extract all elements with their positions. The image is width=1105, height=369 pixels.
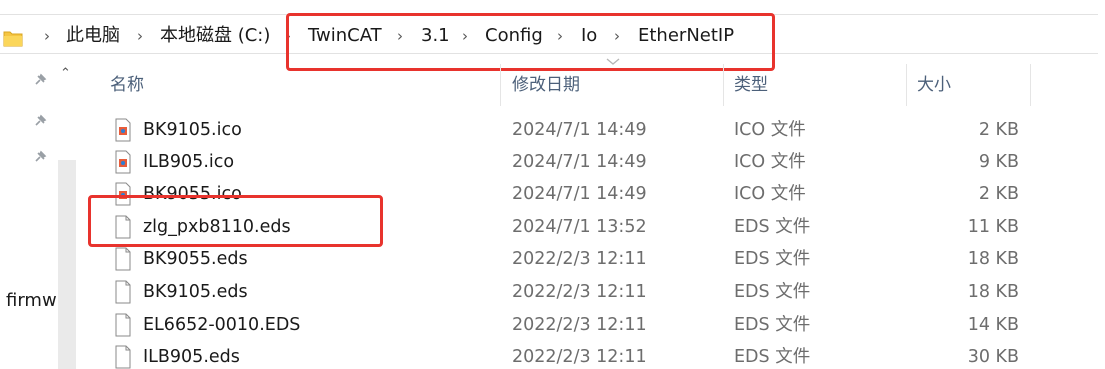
- file-date: 2022/2/3 12:11: [512, 347, 647, 367]
- pin-icon[interactable]: [33, 150, 47, 164]
- file-date: 2022/2/3 12:11: [512, 282, 647, 302]
- file-row[interactable]: EL6652-0010.EDS 2022/2/3 12:11 EDS 文件 14…: [84, 309, 1084, 341]
- sort-caret-icon: [606, 58, 620, 65]
- file-highlight-box: [88, 195, 383, 247]
- document-icon: [115, 247, 131, 271]
- breadcrumb-separator: ›: [137, 27, 143, 45]
- column-divider[interactable]: [500, 64, 501, 106]
- breadcrumb-separator: ›: [44, 27, 50, 45]
- nav-pane-item[interactable]: firmw: [6, 290, 57, 311]
- file-size: 14 KB: [967, 315, 1019, 335]
- file-size: 30 KB: [967, 347, 1019, 367]
- file-date: 2022/2/3 12:11: [512, 249, 647, 269]
- file-type: EDS 文件: [734, 315, 811, 335]
- column-header-date[interactable]: 修改日期: [512, 66, 580, 104]
- file-date: 2022/2/3 12:11: [512, 315, 647, 335]
- file-size: 2 KB: [978, 120, 1019, 140]
- pin-icon[interactable]: [33, 114, 47, 128]
- file-size: 9 KB: [978, 152, 1019, 172]
- file-name: BK9105.ico: [143, 120, 242, 140]
- file-type: ICO 文件: [734, 184, 806, 204]
- chevron-up-icon[interactable]: ⌃: [60, 66, 71, 81]
- file-row[interactable]: BK9105.eds 2022/2/3 12:11 EDS 文件 18 KB: [84, 276, 1084, 308]
- document-icon: [115, 313, 131, 337]
- file-date: 2024/7/1 14:49: [512, 152, 647, 172]
- column-divider[interactable]: [1030, 64, 1031, 106]
- file-size: 11 KB: [967, 217, 1019, 237]
- breadcrumb-local-disk[interactable]: 本地磁盘 (C:): [160, 21, 270, 51]
- folder-icon: [3, 31, 23, 47]
- file-date: 2024/7/1 14:49: [512, 184, 647, 204]
- address-bar[interactable]: › 此电脑 › 本地磁盘 (C:) › TwinCAT › 3.1 › Conf…: [0, 8, 1105, 71]
- file-name: BK9055.eds: [143, 249, 248, 269]
- file-size: 2 KB: [978, 184, 1019, 204]
- nav-pane-scrollbar[interactable]: [58, 160, 76, 369]
- document-icon: [115, 280, 131, 304]
- file-type: EDS 文件: [734, 249, 811, 269]
- document-icon: [115, 345, 131, 369]
- path-highlight-box: [286, 13, 775, 71]
- file-date: 2024/7/1 13:52: [512, 217, 647, 237]
- file-name: BK9105.eds: [143, 282, 248, 302]
- file-name: EL6652-0010.EDS: [143, 315, 301, 335]
- file-row[interactable]: ILB905.ico 2024/7/1 14:49 ICO 文件 9 KB: [84, 146, 1084, 178]
- file-name: ILB905.eds: [143, 347, 240, 367]
- file-row[interactable]: BK9055.eds 2022/2/3 12:11 EDS 文件 18 KB: [84, 243, 1084, 275]
- file-type: EDS 文件: [734, 217, 811, 237]
- file-size: 18 KB: [967, 282, 1019, 302]
- column-header-name[interactable]: 名称: [110, 66, 144, 104]
- column-header-size[interactable]: 大小: [917, 66, 951, 104]
- file-name: ILB905.ico: [143, 152, 235, 172]
- file-type: EDS 文件: [734, 282, 811, 302]
- pin-icon[interactable]: [33, 73, 47, 87]
- column-divider[interactable]: [906, 64, 907, 106]
- file-row[interactable]: BK9105.ico 2024/7/1 14:49 ICO 文件 2 KB: [84, 114, 1084, 146]
- file-size: 18 KB: [967, 249, 1019, 269]
- breadcrumb-this-pc[interactable]: 此电脑: [66, 21, 120, 51]
- file-type: EDS 文件: [734, 347, 811, 367]
- file-type: ICO 文件: [734, 152, 806, 172]
- column-header-type[interactable]: 类型: [734, 66, 768, 104]
- ico-file-icon: [115, 118, 131, 142]
- file-row[interactable]: ILB905.eds 2022/2/3 12:11 EDS 文件 30 KB: [84, 341, 1084, 369]
- file-date: 2024/7/1 14:49: [512, 120, 647, 140]
- ico-file-icon: [115, 150, 131, 174]
- file-type: ICO 文件: [734, 120, 806, 140]
- column-divider[interactable]: [723, 64, 724, 106]
